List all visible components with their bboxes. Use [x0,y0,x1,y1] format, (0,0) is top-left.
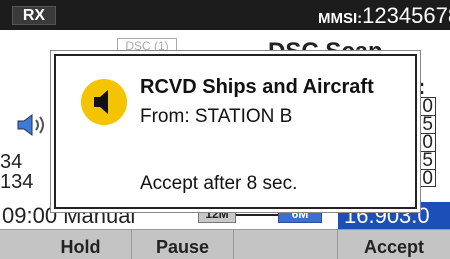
left-number: 34 [0,151,23,173]
speaker-icon [81,79,127,125]
mmsi-label: MMSI: [318,10,363,27]
softkey-bar: Hold Pause Accept [0,229,450,259]
dialog-accept-countdown: Accept after 8 sec. [140,173,298,194]
hold-button[interactable]: Hold [30,230,132,259]
dialog-from: From: STATION B [140,106,293,127]
rcvd-call-dialog: RCVD Ships and Aircraft From: STATION B … [54,54,417,209]
dsc-count-badge: DSC (1) [117,38,177,55]
pause-button[interactable]: Pause [132,230,234,259]
accept-button[interactable]: Accept [338,230,450,259]
radio-screen: RX MMSI:123456789 DSC (1) DSC Scan : 0 5… [0,0,450,259]
volume-icon [17,114,44,136]
left-numbers: 34 134 [0,152,33,192]
rx-indicator: RX [12,6,56,25]
mmsi-number: 123456789 [362,3,450,28]
dialog-title: RCVD Ships and Aircraft [140,76,374,98]
scale-line [236,214,278,216]
left-number: 134 [0,171,34,193]
status-bar: RX MMSI:123456789 [0,0,450,30]
blank-softkey[interactable] [234,230,338,259]
mmsi-display: MMSI:123456789 [318,3,450,29]
